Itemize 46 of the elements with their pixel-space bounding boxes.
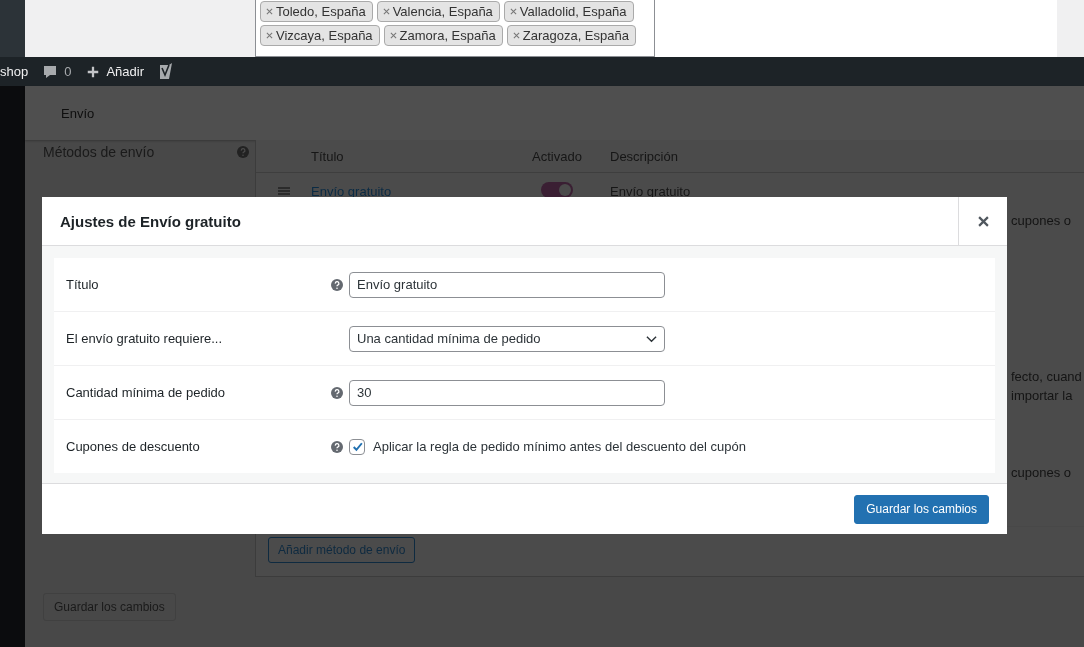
remove-icon[interactable] [512,32,520,39]
site-link[interactable]: shop [0,64,29,79]
drag-handle-icon[interactable] [277,187,290,195]
region-tag[interactable]: Toledo, España [260,1,373,22]
remove-icon[interactable] [509,8,517,15]
close-icon[interactable] [977,215,989,227]
field-label: Título [66,277,100,292]
text-input[interactable]: Envío gratuito [349,271,665,298]
region-tag[interactable]: Vizcaya, España [260,25,380,46]
field-label: Cupones de descuento [66,439,201,454]
remove-icon[interactable] [389,32,397,39]
page-background [1057,0,1084,57]
checkbox[interactable] [349,438,365,455]
region-select-field[interactable]: Toledo, España Valencia, España Valladolid, España Vizcaya, España Zamora, España Zaragoza, España [255,0,655,57]
remove-icon[interactable] [266,8,273,15]
remove-icon[interactable] [382,8,390,15]
checkbox-label[interactable]: Aplicar la regla de pedido mínimo antes del descuento del cupón [373,439,746,454]
field-label: Cantidad mínima de pedido [66,385,226,400]
region-tag[interactable]: Valencia, España [376,1,500,22]
region-tag[interactable]: Zaragoza, España [506,25,636,46]
comment-icon[interactable] [42,63,59,80]
admin-sidebar [0,0,25,57]
comment-count[interactable]: 0 [64,64,72,79]
help-icon[interactable] [331,386,343,399]
help-icon[interactable] [331,278,343,291]
region-tag[interactable]: Valladolid, España [503,1,634,22]
text-input[interactable]: 30 [349,379,665,406]
remove-icon[interactable] [266,32,273,39]
select-dropdown[interactable]: Una cantidad mínima de pedido [349,325,665,352]
logo-icon[interactable] [158,62,174,81]
chevron-down-icon[interactable] [646,334,657,343]
save-button[interactable]: Guardar los cambios [854,494,989,524]
tag-label: Valladolid, España [519,4,627,19]
tag-label: Toledo, España [276,4,366,19]
field-label: El envío gratuito requiere... [66,331,224,346]
toggle-switch[interactable] [541,181,573,198]
tag-label: Zamora, España [399,28,496,43]
tag-label: Vizcaya, España [276,28,373,43]
help-icon[interactable] [331,440,343,453]
plus-icon[interactable] [86,64,101,79]
dialog-title: Ajustes de Envío gratuito [59,212,242,230]
region-tag[interactable]: Zamora, España [383,25,503,46]
tag-label: Zaragoza, España [522,28,629,43]
new-link[interactable]: Añadir [106,64,144,79]
tag-label: Valencia, España [392,4,493,19]
page-title: Envío [61,105,95,121]
